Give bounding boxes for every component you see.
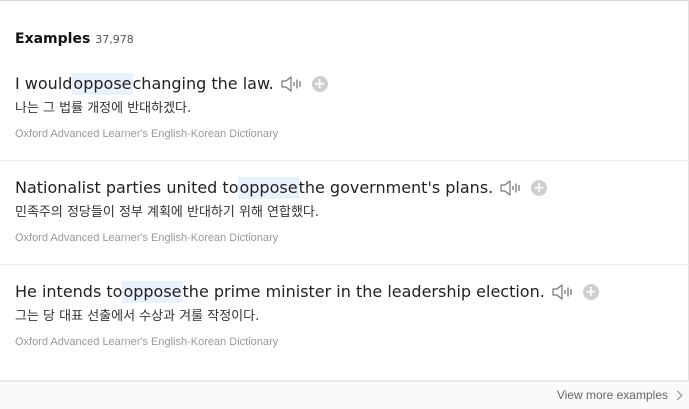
example-item: He intends to oppose the prime minister … — [0, 265, 689, 381]
sentence-text: Nationalist parties united to — [15, 178, 239, 197]
examples-title: Examples — [15, 31, 91, 47]
examples-footer: View more examples — [0, 381, 689, 409]
example-sentence: He intends to oppose the prime minister … — [15, 281, 599, 303]
plus-icon[interactable]: + — [311, 76, 328, 92]
examples-header: Examples 37,978 — [15, 31, 134, 49]
highlighted-word[interactable]: oppose — [238, 177, 299, 199]
highlighted-word[interactable]: oppose — [122, 281, 183, 303]
example-item: I would oppose changing the law. + 나는 그 … — [0, 57, 689, 161]
sentence-text: He intends to — [15, 282, 123, 301]
example-source: Oxford Advanced Learner's English-Korean… — [15, 128, 279, 140]
examples-panel: Examples 37,978 I would oppose changing … — [0, 0, 689, 409]
sentence-text: I would — [15, 74, 73, 93]
example-item: Nationalist parties united to oppose the… — [0, 161, 689, 265]
plus-icon[interactable]: + — [582, 284, 599, 300]
view-more-examples-link[interactable]: View more examples — [556, 388, 683, 402]
sentence-text: changing the law. — [132, 74, 274, 93]
example-sentence: I would oppose changing the law. + — [15, 73, 328, 95]
view-more-label: View more examples — [556, 388, 668, 402]
chevron-right-icon — [672, 390, 683, 400]
examples-count: 37,978 — [95, 33, 134, 46]
speaker-icon[interactable] — [280, 75, 304, 93]
example-source: Oxford Advanced Learner's English-Korean… — [15, 336, 279, 348]
example-translation: 그는 당 대표 선출에서 수상과 겨룰 작정이다. — [15, 309, 260, 324]
example-translation: 나는 그 법률 개정에 반대하겠다. — [15, 101, 192, 116]
sentence-text: the government's plans. — [298, 178, 494, 197]
speaker-icon[interactable] — [551, 283, 575, 301]
example-sentence: Nationalist parties united to oppose the… — [15, 177, 548, 199]
speaker-icon[interactable] — [499, 179, 523, 197]
highlighted-word[interactable]: oppose — [72, 73, 133, 95]
sentence-text: the prime minister in the leadership ele… — [182, 282, 545, 301]
example-translation: 민족주의 정당들이 정부 계획에 반대하기 위해 연합했다. — [15, 205, 320, 220]
example-source: Oxford Advanced Learner's English-Korean… — [15, 232, 279, 244]
plus-icon[interactable]: + — [531, 180, 548, 196]
